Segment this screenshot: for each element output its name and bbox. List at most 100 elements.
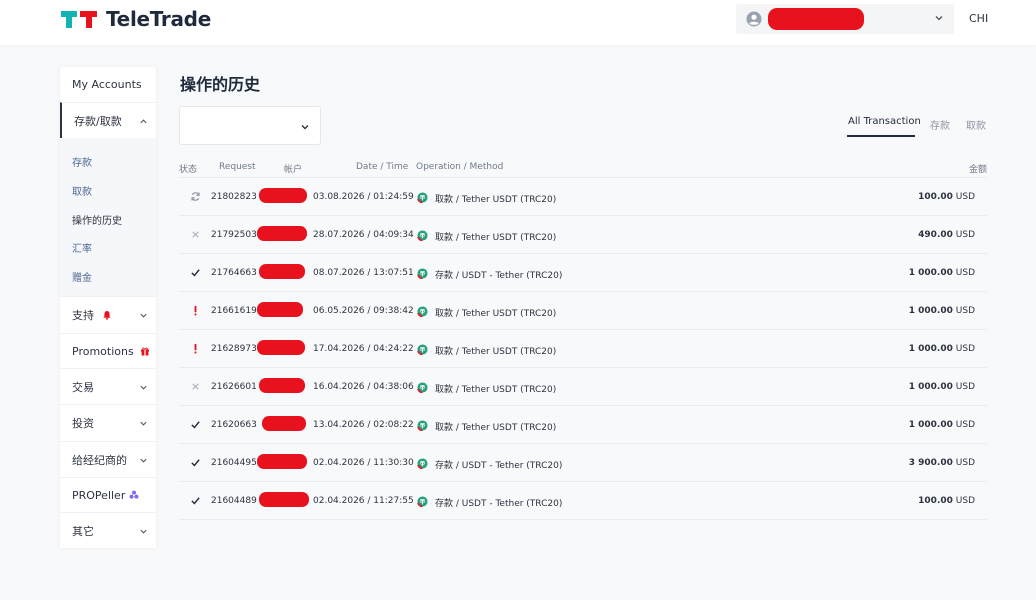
tab-deposit[interactable]: 存款 <box>930 117 950 132</box>
table-row[interactable]: 21626601 16.04.2026 / 04:38:06 取款 / Tether… <box>179 368 987 406</box>
column-amount: 金额 <box>968 165 987 175</box>
status-exclamation-icon <box>190 305 201 316</box>
page-title: 操作的历史 <box>180 75 261 94</box>
table-row[interactable]: 21802823 03.08.2026 / 01:24:59 取款 / Tether… <box>179 178 987 216</box>
request-id[interactable]: 21764663 <box>211 268 257 278</box>
table-row[interactable]: 21792503 28.07.2026 / 04:09:34 取款 / Tether… <box>179 216 987 254</box>
transaction-date: 16.04.2026 / 04:38:06 <box>313 382 414 392</box>
teletrade-logo[interactable]: TeleTrade <box>60 7 211 31</box>
user-avatar-icon <box>746 11 762 27</box>
submenu-item-rates[interactable]: 汇率 <box>72 240 92 255</box>
request-id[interactable]: 21792503 <box>211 230 257 240</box>
bell-icon <box>103 311 111 320</box>
sidebar-item-label: Promotions <box>72 344 134 358</box>
request-id[interactable]: 21661619 <box>211 306 257 316</box>
transaction-date: 06.05.2026 / 09:38:42 <box>313 306 414 316</box>
amount-currency: USD <box>955 420 975 430</box>
request-id[interactable]: 21802823 <box>211 192 257 202</box>
request-id[interactable]: 21604489 <box>211 496 257 506</box>
transaction-amount: 1 000.00 USD <box>909 420 975 430</box>
redacted-account <box>257 340 305 355</box>
operation-method: 存款 / USDT - Tether (TRC20) <box>435 271 563 281</box>
submenu-item-deposit[interactable]: 存款 <box>72 154 92 169</box>
table-row[interactable]: 21628973 17.04.2026 / 04:24:22 取款 / Tether… <box>179 330 987 368</box>
chevron-down-icon <box>140 313 147 318</box>
usdt-tether-icon <box>417 192 428 203</box>
status-cross-icon <box>190 229 201 240</box>
sidebar-item-label: 交易 <box>72 380 94 394</box>
operation-method: 存款 / USDT - Tether (TRC20) <box>435 499 563 509</box>
transaction-amount: 1 000.00 USD <box>909 344 975 354</box>
transaction-date: 17.04.2026 / 04:24:22 <box>313 344 414 354</box>
tab-all-transaction[interactable]: All Transaction <box>848 116 921 127</box>
operation-method: 取款 / Tether USDT (TRC20) <box>435 195 557 205</box>
usdt-tether-icon <box>417 268 428 279</box>
chevron-down-icon <box>140 529 147 534</box>
transaction-date: 02.04.2026 / 11:27:55 <box>313 496 414 506</box>
amount-value: 1 000.00 <box>908 306 953 316</box>
user-account-dropdown[interactable] <box>736 4 954 34</box>
transaction-amount: 100.00 USD <box>918 192 975 202</box>
language-switcher[interactable]: CHI <box>969 12 988 25</box>
request-id[interactable]: 21628973 <box>211 344 257 354</box>
operation-method: 取款 / Tether USDT (TRC20) <box>435 309 557 319</box>
redacted-account <box>257 226 307 241</box>
submenu-item-history[interactable]: 操作的历史 <box>72 212 122 227</box>
operation-method: 取款 / Tether USDT (TRC20) <box>435 423 557 433</box>
table-row[interactable]: 21764663 08.07.2026 / 13:07:51 存款 / USDT -… <box>179 254 987 292</box>
transaction-date: 08.07.2026 / 13:07:51 <box>313 268 414 278</box>
amount-currency: USD <box>955 306 975 316</box>
amount-currency: USD <box>955 192 975 202</box>
request-id[interactable]: 21620663 <box>211 420 257 430</box>
chevron-down-icon <box>140 385 147 390</box>
table-row[interactable]: 21604495 02.04.2026 / 11:30:30 存款 / USDT -… <box>179 444 987 482</box>
transaction-amount: 490.00 USD <box>918 230 975 240</box>
sidebar-item-label: My Accounts <box>72 78 142 91</box>
amount-value: 1 000.00 <box>908 344 953 354</box>
transaction-amount: 3 900.00 USD <box>909 458 975 468</box>
usdt-tether-icon <box>417 458 428 469</box>
column-date: Date / Time <box>356 162 409 172</box>
transaction-amount: 1 000.00 USD <box>909 306 975 316</box>
sidebar-item-my-accounts[interactable]: My Accounts <box>60 67 156 102</box>
table-row[interactable]: 21661619 06.05.2026 / 09:38:42 取款 / Tether… <box>179 292 987 330</box>
sidebar-item-other[interactable]: 其它 <box>60 512 156 548</box>
amount-value: 3 900.00 <box>908 458 953 468</box>
sidebar-item-propeller[interactable]: PROPeller <box>60 477 156 512</box>
sidebar-item-trading[interactable]: 交易 <box>60 368 156 404</box>
table-row[interactable]: 21620663 13.04.2026 / 02:08:22 取款 / Tether… <box>179 406 987 444</box>
brand-name: TeleTrade <box>106 7 211 31</box>
sidebar-item-deposit-withdraw[interactable]: 存款/取款 <box>60 102 156 138</box>
redacted-account <box>259 378 305 393</box>
request-id[interactable]: 21604495 <box>211 458 257 468</box>
sidebar-item-investment[interactable]: 投资 <box>60 404 156 441</box>
sidebar-item-label: 支持 <box>72 309 94 322</box>
usdt-tether-icon <box>417 420 428 431</box>
account-filter-select[interactable] <box>179 106 321 145</box>
amount-value: 1 000.00 <box>908 268 953 278</box>
submenu-item-bonus[interactable]: 赠金 <box>72 269 92 284</box>
column-status: 状态 <box>179 165 198 175</box>
status-checkmark-icon <box>190 419 201 430</box>
sidebar-item-promotions[interactable]: Promotions <box>60 333 156 368</box>
transaction-date: 03.08.2026 / 01:24:59 <box>313 192 414 202</box>
amount-currency: USD <box>955 496 975 506</box>
operation-method: 取款 / Tether USDT (TRC20) <box>435 347 557 357</box>
sidebar-item-for-brokers[interactable]: 给经纪商的 <box>60 441 156 477</box>
column-operation: Operation / Method <box>416 162 504 172</box>
amount-value: 1 000.00 <box>908 382 953 392</box>
chevron-down-icon <box>140 458 147 463</box>
usdt-tether-icon <box>417 344 428 355</box>
propeller-icon <box>129 490 139 499</box>
request-id[interactable]: 21626601 <box>211 382 257 392</box>
submenu-item-withdraw[interactable]: 取款 <box>72 183 92 198</box>
redacted-account <box>257 454 307 469</box>
tab-withdraw[interactable]: 取款 <box>966 117 986 132</box>
transaction-amount: 100.00 USD <box>918 496 975 506</box>
redacted-account <box>257 302 303 317</box>
amount-currency: USD <box>955 458 975 468</box>
table-row[interactable]: 21604489 02.04.2026 / 11:27:55 存款 / USDT -… <box>179 482 987 520</box>
sidebar-item-support[interactable]: 支持 <box>60 296 156 333</box>
usdt-tether-icon <box>417 496 428 507</box>
sidebar-item-label: 投资 <box>72 417 94 430</box>
